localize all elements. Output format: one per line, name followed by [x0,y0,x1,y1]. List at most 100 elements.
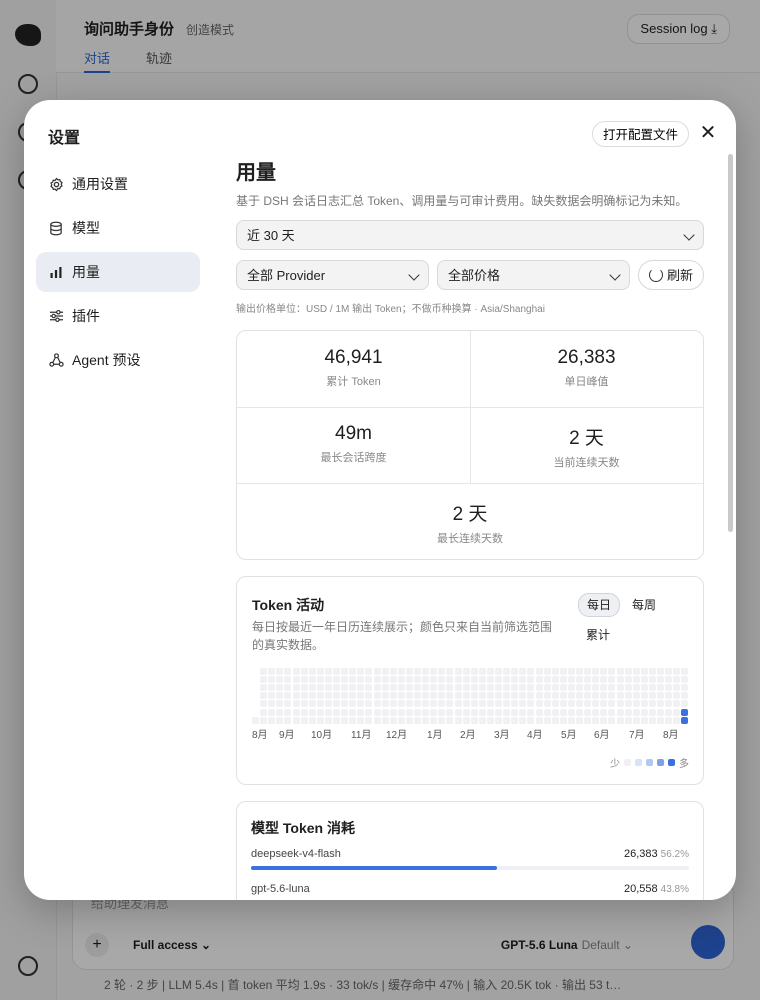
heatmap-cell [608,676,616,684]
nav-item-models[interactable]: 模型 [36,208,200,248]
stats-card: 46,941 累计 Token 26,383 单日峰值 49m 最长会话跨度 2… [236,330,704,560]
heatmap-cell [478,684,486,692]
heatmap-cell [381,684,389,692]
stat-label: 最长会话跨度 [320,452,387,464]
heatmap-cell [438,700,446,708]
heatmap-cell [422,684,430,692]
heatmap-cell [414,692,421,700]
heatmap-cell [316,676,324,684]
heatmap-cell [551,700,559,708]
heatmap-cell [357,676,365,684]
heatmap-cell [519,684,527,692]
price-select[interactable]: 全部价格 [437,260,630,290]
close-icon[interactable]: ✕ [698,123,718,143]
heatmap-cell [284,692,292,700]
heatmap-cell [657,716,664,724]
heatmap-cell [600,676,608,684]
heatmap-cell [551,668,559,675]
heatmap-cell [486,684,494,692]
toggle-weekly[interactable]: 每周 [624,594,664,616]
heatmap-cell [527,700,535,708]
provider-select[interactable]: 全部 Provider [236,260,429,290]
open-config-file-button[interactable]: 打开配置文件 [592,121,690,147]
heatmap-cell [470,676,478,684]
heatmap-cell [640,676,648,684]
heatmap-cell [308,676,316,684]
heatmap-cell [648,716,656,724]
time-range-select[interactable]: 近 30 天 [236,220,704,250]
heatmap-cell [414,684,421,692]
heatmap-cell [648,692,656,700]
nav-item-plugins[interactable]: 插件 [36,296,200,336]
heatmap-cell [665,668,673,675]
heatmap-cell [268,692,276,700]
heatmap-cell [519,676,527,684]
heatmap-cell [422,708,430,716]
heatmap-cell [300,716,308,724]
heatmap-cell [268,708,276,716]
model-name: deepseek-v4-flash [251,848,341,860]
heatmap-cell [584,684,592,692]
heatmap-cell [292,684,300,692]
heatmap-cell [673,700,681,708]
heatmap-cell [284,668,292,675]
heatmap-cell [584,716,592,724]
model-tokens: 26,383 [623,848,658,860]
heatmap-cell [308,716,316,724]
heatmap-cell [438,692,446,700]
heatmap-cell [260,684,268,692]
stat-value: 46,941 [324,347,383,368]
stat-label: 累计 Token [326,376,381,388]
stat-current-streak: 2 天 当前连续天数 [470,407,703,483]
heatmap-cell [511,700,519,708]
heatmap-cell [292,708,300,716]
toggle-cumulative[interactable]: 累计 [578,624,618,646]
heatmap-cell [324,692,332,700]
heatmap-cell [260,668,268,675]
heatmap-cell [284,708,292,716]
heatmap-cell [519,668,527,675]
heatmap-cell [300,700,308,708]
heatmap-cell [640,700,648,708]
toggle-daily[interactable]: 每日 [578,593,621,617]
nav-item-usage[interactable]: 用量 [36,252,200,292]
heatmap-cell [260,676,268,684]
refresh-button[interactable]: 刷新 [638,260,704,290]
heatmap-cell [665,684,673,692]
heatmap-cell [616,676,624,684]
chevron-down-icon [683,229,695,241]
nav-item-agent-presets[interactable]: Agent 预设 [36,340,200,380]
content-scrollbar[interactable] [728,154,733,532]
heatmap-cell [567,708,575,716]
heatmap-cell [519,708,527,716]
heatmap-cell [430,676,438,684]
heatmap-cell [470,692,478,700]
heatmap-cell [260,716,268,724]
nav-item-general[interactable]: 通用设置 [36,164,200,204]
heatmap-cell [681,692,689,700]
heatmap-cell [252,716,259,724]
heatmap-cell [616,684,624,692]
heatmap-cell [592,676,600,684]
heatmap-cell [657,676,664,684]
heatmap-cell [592,692,600,700]
heatmap-cell [381,668,389,675]
heatmap-cell [511,676,519,684]
model-row: deepseek-v4-flash 26,383 56.2% [251,848,689,878]
heatmap-cell [300,668,308,675]
heatmap-cell [268,716,276,724]
heatmap-cell [357,668,365,675]
sliders-icon [48,308,64,324]
heatmap-cell [640,692,648,700]
time-range-value: 近 30 天 [247,228,295,243]
heatmap-cell [681,668,689,675]
nav-label: 用量 [72,264,100,280]
heatmap-cell [357,700,365,708]
model-value: 20,558 43.8% [624,883,689,895]
heatmap-cell [333,692,340,700]
heatmap-cell [316,668,324,675]
heatmap-cell [365,676,373,684]
heatmap-cell [495,684,502,692]
usage-panel: 用量 基于 DSH 会话日志汇总 Token、调用量与可审计费用。缺失数据会明确… [236,156,704,900]
heatmap-cell [389,692,397,700]
